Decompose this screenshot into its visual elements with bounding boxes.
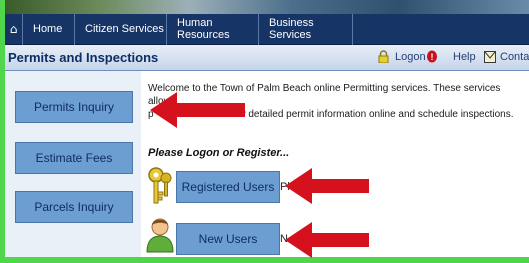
contact-link[interactable]: Contac bbox=[500, 51, 529, 63]
sidebar: Permits Inquiry Estimate Fees Parcels In… bbox=[5, 71, 141, 257]
key-icon bbox=[145, 166, 175, 206]
registered-users-button[interactable]: Registered Users bbox=[176, 171, 280, 203]
nav-human-resources[interactable]: Human Resources bbox=[167, 13, 259, 45]
page-title: Permits and Inspections bbox=[8, 50, 159, 65]
arrow-to-registered-users bbox=[285, 168, 369, 204]
green-frame-bottom bbox=[0, 257, 529, 263]
padlock-icon[interactable] bbox=[377, 50, 389, 63]
site-header: ⌂ Home Citizen Services Human Resources … bbox=[5, 0, 529, 45]
home-icon[interactable]: ⌂ bbox=[5, 13, 23, 45]
new-user-icon bbox=[145, 215, 175, 253]
arrow-to-new-users bbox=[285, 222, 369, 258]
nav-business-services[interactable]: Business Services bbox=[259, 13, 353, 45]
logon-link[interactable]: Logon bbox=[395, 51, 426, 63]
svg-text:!: ! bbox=[431, 52, 434, 62]
help-link[interactable]: Help bbox=[453, 51, 476, 63]
nav-home[interactable]: Home bbox=[23, 13, 75, 45]
help-icon[interactable]: ! bbox=[426, 50, 438, 63]
contact-icon[interactable] bbox=[484, 50, 496, 63]
new-users-button[interactable]: New Users bbox=[176, 223, 280, 255]
nav-citizen-services[interactable]: Citizen Services bbox=[75, 13, 167, 45]
logon-prompt: Please Logon or Register... bbox=[148, 147, 290, 159]
welcome-line-2-end: iew detailed permit information online a… bbox=[230, 109, 514, 120]
permits-inquiry-button[interactable]: Permits Inquiry bbox=[15, 91, 133, 123]
header-banner-image bbox=[5, 0, 529, 14]
top-nav: ⌂ Home Citizen Services Human Resources … bbox=[5, 13, 529, 45]
arrow-to-permits-inquiry bbox=[150, 92, 245, 128]
estimate-fees-button[interactable]: Estimate Fees bbox=[15, 142, 133, 174]
section-header: Permits and Inspections Logon ! Help Con… bbox=[5, 45, 529, 71]
parcels-inquiry-button[interactable]: Parcels Inquiry bbox=[15, 191, 133, 223]
